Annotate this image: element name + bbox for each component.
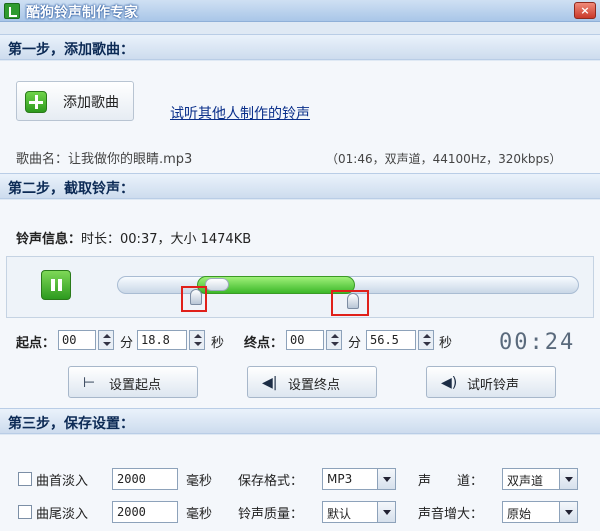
step2-header: 第二步，截取铃声： [0, 173, 600, 199]
start-min-input[interactable]: 00 [58, 330, 96, 350]
close-button[interactable]: × [574, 2, 596, 19]
chevron-down-icon [559, 469, 577, 489]
window-title: 酷狗铃声制作专家 [26, 5, 138, 21]
pause-button[interactable] [41, 270, 71, 300]
boost-label: 声音增大： [418, 507, 484, 522]
set-start-label: 设置起点 [109, 378, 162, 393]
ringtone-info-label: 铃声信息： [16, 232, 82, 247]
format-select[interactable]: MP3 [322, 468, 396, 490]
step3-header: 第三步，保存设置： [0, 408, 600, 434]
set-end-label: 设置终点 [288, 378, 341, 393]
channel-value: 双声道 [507, 474, 544, 488]
start-handle-highlight [181, 286, 207, 312]
end-label: 终点： [244, 336, 284, 351]
end-sec-input[interactable]: 56.5 [366, 330, 416, 350]
end-min-value: 00 [290, 333, 305, 347]
format-label: 保存格式： [238, 474, 304, 489]
end-sec-unit: 秒 [439, 336, 453, 351]
chevron-down-icon [559, 502, 577, 522]
end-sec-value: 56.5 [370, 333, 399, 347]
fade-in-checkbox[interactable] [18, 472, 32, 486]
quality-label: 铃声质量： [238, 507, 304, 522]
boost-value: 原始 [507, 507, 532, 521]
channel-label: 声 道： [418, 474, 484, 489]
step2-title: 第二步，截取铃声： [8, 181, 134, 197]
add-song-button[interactable]: 添加歌曲 [16, 81, 134, 121]
end-sec-stepper[interactable] [418, 330, 434, 350]
plus-icon [25, 91, 47, 113]
channel-select[interactable]: 双声道 [502, 468, 578, 490]
end-min-stepper[interactable] [326, 330, 342, 350]
chevron-down-icon [377, 469, 395, 489]
start-sec-unit: 秒 [211, 336, 225, 351]
fade-in-value: 2000 [117, 472, 146, 486]
set-end-button[interactable]: ◀| 设置终点 [247, 366, 377, 398]
title-bar: 酷狗铃声制作专家 × [0, 0, 600, 22]
end-handle-highlight [331, 290, 369, 316]
fade-in-label: 曲首淡入 [36, 474, 89, 489]
app-icon [4, 3, 20, 19]
duration-timer: 00:24 [499, 330, 576, 355]
add-song-label: 添加歌曲 [63, 95, 119, 111]
fade-in-input[interactable]: 2000 [112, 468, 178, 490]
speaker-icon: ◀) [441, 375, 458, 391]
set-start-icon: ⊢ [83, 375, 96, 391]
start-sec-stepper[interactable] [189, 330, 205, 350]
quality-select[interactable]: 默认 [322, 501, 396, 523]
fade-out-checkbox[interactable] [18, 505, 32, 519]
start-min-value: 00 [62, 333, 77, 347]
close-icon: × [580, 4, 590, 17]
start-min-unit: 分 [120, 336, 134, 351]
step1-title: 第一步，添加歌曲： [8, 42, 134, 58]
song-info: （01:46，双声道，44100Hz，320kbps） [326, 152, 562, 166]
end-min-input[interactable]: 00 [286, 330, 324, 350]
fade-out-input[interactable]: 2000 [112, 501, 178, 523]
end-min-unit: 分 [348, 336, 362, 351]
preview-ringtone-label: 试听铃声 [467, 378, 520, 393]
start-min-stepper[interactable] [98, 330, 114, 350]
chevron-down-icon [377, 502, 395, 522]
song-name: 歌曲名：让我做你的眼睛.mp3 [16, 152, 193, 167]
set-start-button[interactable]: ⊢ 设置起点 [68, 366, 198, 398]
fade-out-unit: 毫秒 [186, 507, 213, 522]
fade-out-label: 曲尾淡入 [36, 507, 89, 522]
start-label: 起点： [16, 336, 56, 351]
boost-select[interactable]: 原始 [502, 501, 578, 523]
fade-in-unit: 毫秒 [186, 474, 213, 489]
set-end-icon: ◀| [262, 375, 278, 391]
quality-value: 默认 [327, 507, 352, 521]
fade-out-value: 2000 [117, 505, 146, 519]
preview-ringtone-button[interactable]: ◀) 试听铃声 [426, 366, 556, 398]
format-value: MP3 [327, 472, 353, 486]
ringtone-info-value: 时长：00:37，大小 1474KB [81, 232, 252, 247]
preview-others-link[interactable]: 试听其他人制作的铃声 [170, 103, 310, 123]
start-sec-value: 18.8 [141, 333, 170, 347]
playhead-knob[interactable] [205, 278, 229, 291]
step3-title: 第三步，保存设置： [8, 416, 134, 432]
ringtone-info: 铃声信息：时长：00:37，大小 1474KB [16, 228, 251, 247]
step1-header: 第一步，添加歌曲： [0, 34, 600, 60]
start-sec-input[interactable]: 18.8 [137, 330, 187, 350]
